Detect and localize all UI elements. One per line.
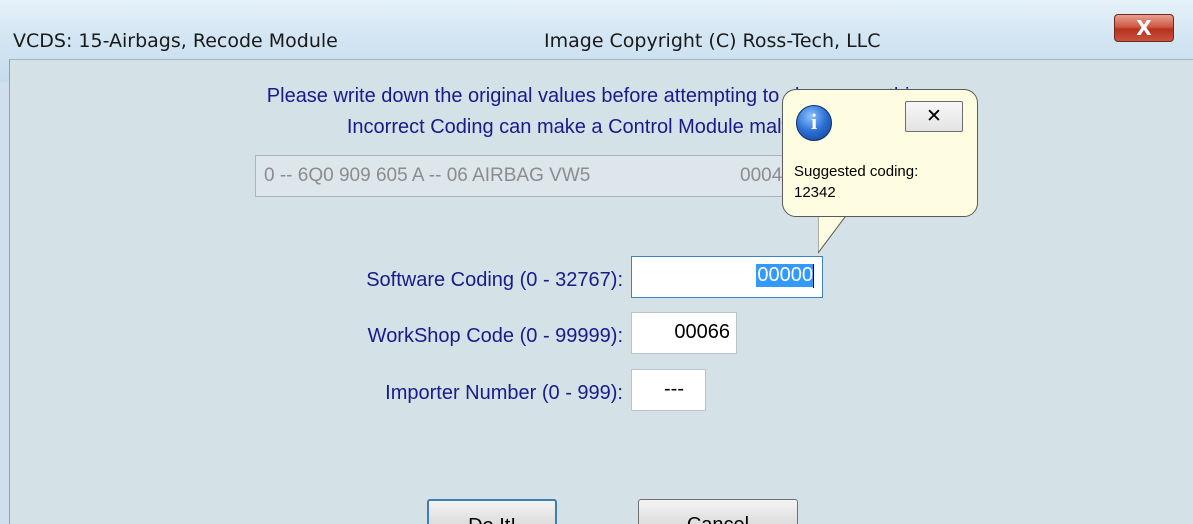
- importer-number-label: Importer Number (0 - 999):: [385, 382, 623, 404]
- tooltip-text: Suggested coding: 12342: [794, 161, 918, 203]
- info-icon: i: [796, 105, 832, 141]
- cancel-label: Cancel: [639, 514, 797, 524]
- recode-module-window: VCDS: 15-Airbags, Recode Module Image Co…: [0, 0, 1193, 524]
- importer-number-value: ---: [664, 378, 684, 400]
- dialog-body: Please write down the original values be…: [9, 59, 1193, 524]
- suggested-coding-tooltip: i ✕ Suggested coding: 12342: [782, 89, 978, 217]
- do-it-label: Do It!: [429, 515, 555, 524]
- module-identification-field: 0 -- 6Q0 909 605 A -- 06 AIRBAG VW5 0004: [255, 155, 820, 197]
- importer-number-input[interactable]: ---: [631, 369, 706, 411]
- module-number: 0004: [740, 165, 783, 186]
- close-icon: ✕: [926, 105, 942, 127]
- balloon-tail: [818, 213, 849, 254]
- tooltip-line-1: Suggested coding:: [794, 163, 919, 180]
- workshop-code-label: WorkShop Code (0 - 99999):: [367, 325, 623, 347]
- do-it-button[interactable]: Do It!: [427, 499, 557, 524]
- window-close-button[interactable]: X: [1114, 14, 1174, 42]
- text-caret: [813, 264, 814, 288]
- window-title: VCDS: 15-Airbags, Recode Module: [13, 30, 338, 52]
- tooltip-close-button[interactable]: ✕: [905, 101, 963, 132]
- software-coding-input[interactable]: 00000: [631, 256, 823, 298]
- workshop-code-value: 00066: [674, 321, 730, 343]
- workshop-code-input[interactable]: 00066: [631, 312, 737, 354]
- warning-line-1: Please write down the original values be…: [266, 85, 938, 107]
- suggested-coding-value: 12342: [794, 184, 836, 201]
- software-coding-value: 00000: [756, 264, 814, 287]
- cancel-button[interactable]: Cancel: [638, 499, 798, 524]
- module-description: 0 -- 6Q0 909 605 A -- 06 AIRBAG VW5: [264, 165, 591, 186]
- software-coding-label: Software Coding (0 - 32767):: [366, 269, 623, 291]
- warning-line-2: Incorrect Coding can make a Control Modu…: [346, 116, 858, 138]
- copyright-text: Image Copyright (C) Ross-Tech, LLC: [544, 30, 881, 52]
- close-icon: X: [1136, 16, 1152, 40]
